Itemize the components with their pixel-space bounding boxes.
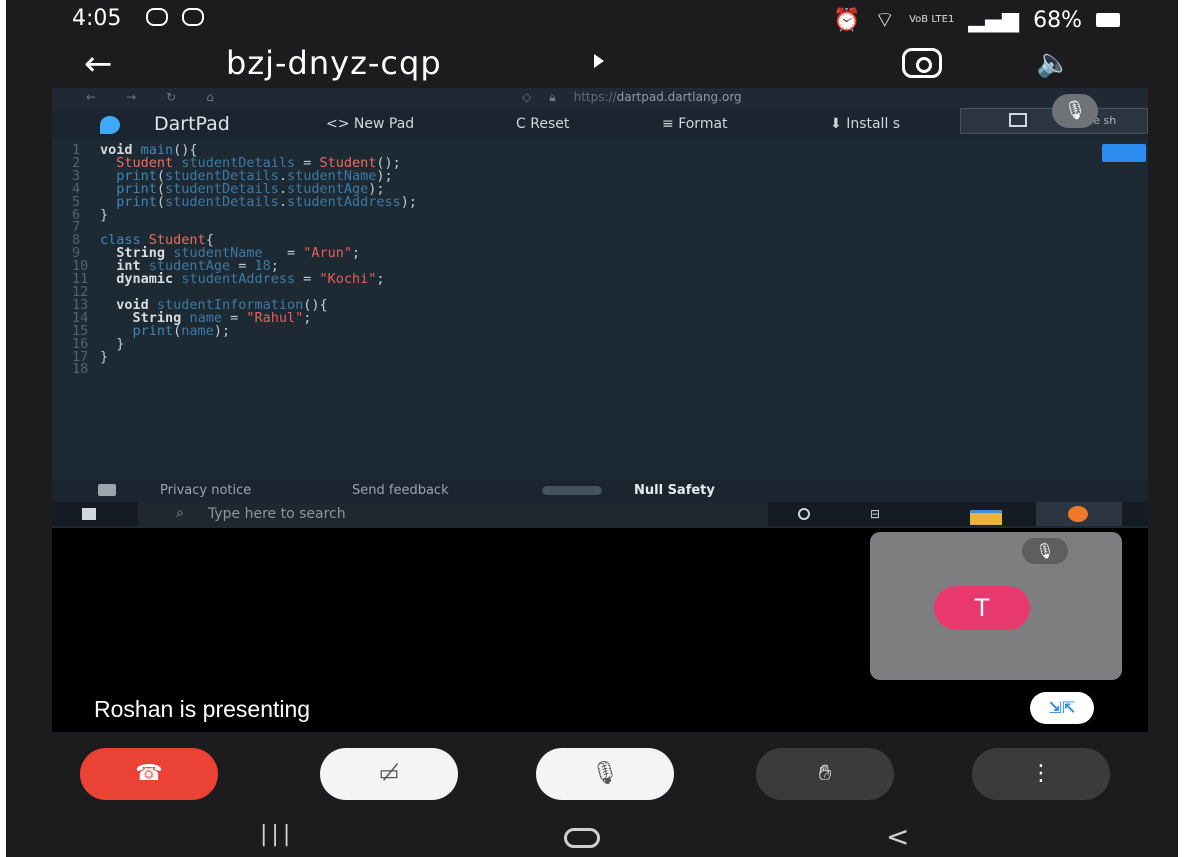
run-button xyxy=(1102,144,1146,162)
format-button: ≡ Format xyxy=(662,116,728,132)
url-text: https://dartpad.dartlang.org xyxy=(573,90,742,104)
chevron-right-icon[interactable] xyxy=(594,54,604,68)
notification-icons xyxy=(146,8,204,26)
cortana-icon xyxy=(798,508,810,520)
status-bar: 4:05 ⏰ ⌔ VoB LTE1 ▂▄▆ 68% xyxy=(6,0,1178,40)
taskbar-search: ⌕ Type here to search xyxy=(138,502,768,526)
meeting-code[interactable]: bzj-dnyz-cqp xyxy=(226,44,442,82)
call-controls: ☎ ▭̸ 🎙︎ ✋︎ ⋮ xyxy=(6,744,1178,804)
firefox-icon xyxy=(1036,502,1122,526)
dartpad-title: DartPad xyxy=(154,113,230,135)
raise-hand-button[interactable]: ✋︎ xyxy=(756,748,894,800)
end-call-button[interactable]: ☎ xyxy=(80,748,218,800)
network-label: VoB LTE1 xyxy=(909,14,955,25)
phone-hangup-icon: ☎ xyxy=(135,761,163,786)
wifi-icon: ⌔ xyxy=(874,8,896,33)
whatsapp-icon xyxy=(146,8,168,26)
status-time: 4:05 xyxy=(72,6,122,31)
back-icon: ← xyxy=(86,90,97,104)
null-safety-switch xyxy=(542,486,602,495)
code-editor: 1 void main(){ 2 Student studentDetails =… xyxy=(52,142,1092,484)
shield-icon: ◇ xyxy=(522,90,532,104)
speaker-icon[interactable]: 🔈 xyxy=(1036,46,1071,79)
file-explorer-icon xyxy=(970,510,1002,525)
recents-button[interactable]: ||| xyxy=(260,822,294,847)
null-safety-label: Null Safety xyxy=(634,483,715,498)
feedback-link: Send feedback xyxy=(352,483,449,498)
more-vertical-icon: ⋮ xyxy=(1030,761,1052,786)
taskbar-search-text: Type here to search xyxy=(208,506,346,522)
alarm-icon: ⏰ xyxy=(833,7,861,33)
arrow-left-icon[interactable]: ← xyxy=(84,44,113,84)
hand-icon: ✋︎ xyxy=(818,761,832,786)
mic-off-icon: 🎙︎ xyxy=(591,761,619,786)
battery-icon xyxy=(1096,13,1120,27)
presenting-label: Roshan is presenting xyxy=(94,696,311,722)
browser-nav: ← → ↻ ⌂ xyxy=(86,90,214,104)
present-icon xyxy=(1009,113,1027,127)
code-block: 1 void main(){ 2 Student studentDetails =… xyxy=(72,142,418,378)
install-button: ⬇ Install s xyxy=(830,116,901,132)
browser-bar: ← → ↻ ⌂ ◇ 🔒︎ https://dartpad.dartlang.or… xyxy=(52,88,1148,108)
reload-icon: ↻ xyxy=(166,90,177,104)
camera-toggle-button[interactable]: ▭̸ xyxy=(320,748,458,800)
signal-icon: ▂▄▆ xyxy=(968,7,1020,33)
avatar: T xyxy=(934,586,1030,630)
battery-percent: 68% xyxy=(1033,7,1082,33)
lock-icon: 🔒︎ xyxy=(549,90,556,104)
privacy-link: Privacy notice xyxy=(160,483,252,498)
video-notification-icon xyxy=(182,8,204,26)
browser-url: ◇ 🔒︎ https://dartpad.dartlang.org xyxy=(522,90,742,105)
search-icon: ⌕ xyxy=(176,505,184,521)
android-nav-bar: ||| < xyxy=(6,812,1178,857)
back-button[interactable]: < xyxy=(886,820,909,853)
self-view-tile[interactable]: 🎙︎ T xyxy=(870,532,1122,680)
task-view-icon: ⊟ xyxy=(870,507,881,521)
home-icon: ⌂ xyxy=(206,90,214,104)
keyboard-icon xyxy=(98,484,116,496)
status-right: ⏰ ⌔ VoB LTE1 ▂▄▆ 68% xyxy=(833,6,1120,34)
mic-toggle-button[interactable]: 🎙︎ xyxy=(536,748,674,800)
dartpad-footer: Privacy notice Send feedback Null Safety xyxy=(52,480,1148,502)
new-pad-button: <> New Pad xyxy=(326,116,415,132)
minimize-presentation-icon[interactable]: ⇲⇱ xyxy=(1030,692,1094,724)
mic-off-icon: 🎙︎ xyxy=(1022,538,1068,564)
home-button[interactable] xyxy=(564,828,600,848)
windows-start-icon xyxy=(82,508,96,520)
more-options-button[interactable]: ⋮ xyxy=(972,748,1110,800)
video-off-icon: ▭̸ xyxy=(378,761,400,786)
forward-icon: → xyxy=(126,90,137,104)
shared-screen: ← → ↻ ⌂ ◇ 🔒︎ https://dartpad.dartlang.or… xyxy=(52,88,1148,528)
camera-switch-icon[interactable] xyxy=(902,48,942,78)
windows-taskbar: ⌕ Type here to search ⊟ xyxy=(52,502,1148,526)
phone-screen: 4:05 ⏰ ⌔ VoB LTE1 ▂▄▆ 68% ← bzj-dnyz-cqp… xyxy=(6,0,1178,857)
dart-logo-icon xyxy=(100,116,120,134)
meeting-header: ← bzj-dnyz-cqp 🔈 xyxy=(6,38,1178,90)
meeting-area: 🎙︎ T Roshan is presenting ⇲⇱ xyxy=(52,528,1148,732)
mic-off-icon: 🎙︎ xyxy=(1052,94,1098,128)
reset-button: C Reset xyxy=(516,116,570,132)
